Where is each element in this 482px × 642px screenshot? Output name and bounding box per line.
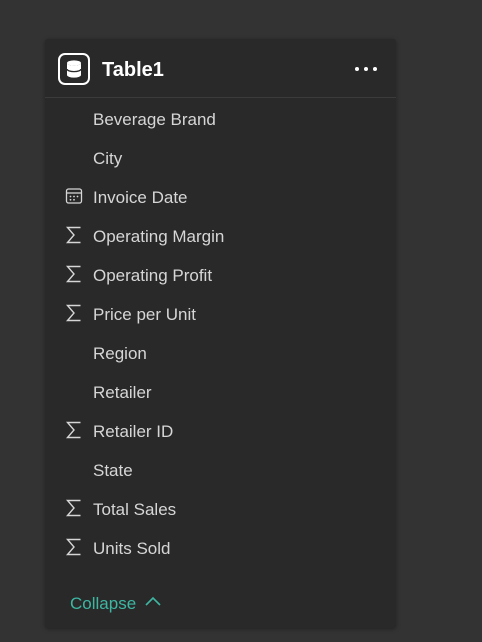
field-label: Invoice Date	[93, 188, 188, 207]
sigma-icon	[65, 226, 81, 244]
table-fields-card: Table1 Beverage Brand City Invoice Date	[45, 39, 396, 628]
field-item-city[interactable]: City	[45, 139, 396, 178]
field-item-beverage-brand[interactable]: Beverage Brand	[45, 100, 396, 139]
field-label: Price per Unit	[93, 305, 196, 324]
field-label: State	[93, 461, 133, 480]
field-item-region[interactable]: Region	[45, 334, 396, 373]
card-title: Table1	[102, 59, 164, 81]
sigma-icon	[65, 421, 81, 439]
sigma-icon	[65, 265, 81, 283]
field-label: City	[93, 149, 123, 168]
field-label: Region	[93, 344, 147, 363]
field-item-units-sold[interactable]: Units Sold	[45, 529, 396, 568]
field-item-invoice-date[interactable]: Invoice Date	[45, 178, 396, 217]
field-label: Retailer	[93, 383, 152, 402]
sigma-icon	[65, 304, 81, 322]
sigma-icon	[65, 499, 81, 517]
field-item-total-sales[interactable]: Total Sales	[45, 490, 396, 529]
chevron-up-icon	[145, 596, 161, 606]
database-icon	[58, 53, 90, 85]
field-label: Total Sales	[93, 500, 177, 519]
sigma-icon	[65, 538, 81, 556]
field-list: Beverage Brand City Invoice Date Operati…	[45, 100, 396, 568]
field-label: Retailer ID	[93, 422, 174, 441]
field-item-retailer[interactable]: Retailer	[45, 373, 396, 412]
field-item-retailer-id[interactable]: Retailer ID	[45, 412, 396, 451]
field-item-operating-profit[interactable]: Operating Profit	[45, 256, 396, 295]
field-item-price-per-unit[interactable]: Price per Unit	[45, 295, 396, 334]
field-label: Units Sold	[93, 539, 171, 558]
collapse-button[interactable]: Collapse	[70, 593, 162, 615]
field-item-operating-margin[interactable]: Operating Margin	[45, 217, 396, 256]
field-label: Beverage Brand	[93, 110, 216, 129]
collapse-label: Collapse	[70, 594, 137, 613]
field-item-state[interactable]: State	[45, 451, 396, 490]
more-horizontal-icon[interactable]	[352, 57, 380, 81]
calendar-icon	[65, 188, 83, 204]
field-label: Operating Margin	[93, 227, 225, 246]
card-header: Table1	[45, 39, 396, 98]
field-label: Operating Profit	[93, 266, 213, 285]
